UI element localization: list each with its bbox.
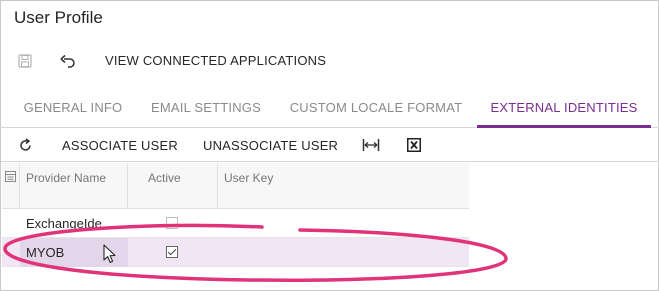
undo-icon[interactable] (57, 50, 79, 72)
associate-user-button[interactable]: ASSOCIATE USER (62, 128, 178, 162)
tab-external-identities[interactable]: EXTERNAL IDENTITIES (477, 92, 651, 128)
tab-bar: GENERAL INFO EMAIL SETTINGS CUSTOM LOCAL… (0, 92, 659, 128)
refresh-icon[interactable] (18, 128, 33, 162)
column-header-user-key[interactable]: User Key (218, 163, 469, 209)
tab-general-info[interactable]: GENERAL INFO (14, 92, 132, 128)
active-checkbox[interactable] (166, 246, 178, 258)
column-header-provider-name[interactable]: Provider Name (20, 163, 128, 209)
fit-columns-icon[interactable] (362, 128, 380, 162)
grid-toolbar: ASSOCIATE USER UNASSOCIATE USER (0, 128, 659, 162)
tab-email-settings[interactable]: EMAIL SETTINGS (143, 92, 269, 128)
active-checkbox[interactable] (166, 217, 178, 229)
page-title: User Profile (14, 8, 103, 27)
cell-provider-name[interactable]: MYOB (20, 238, 128, 267)
grid-header: Provider Name Active User Key (2, 163, 469, 209)
export-excel-icon[interactable] (407, 128, 421, 162)
unassociate-user-button[interactable]: UNASSOCIATE USER (203, 128, 338, 162)
table-row[interactable]: ExchangeIde… (2, 209, 469, 238)
column-header-active[interactable]: Active (128, 163, 218, 209)
table-row[interactable]: MYOB (2, 238, 469, 267)
external-identities-grid: Provider Name Active User Key ExchangeId… (2, 163, 469, 267)
cell-provider-name[interactable]: ExchangeIde… (20, 209, 128, 238)
view-connected-applications-button[interactable]: VIEW CONNECTED APPLICATIONS (105, 53, 326, 68)
tab-custom-locale-format[interactable]: CUSTOM LOCALE FORMAT (283, 92, 469, 128)
column-settings-icon[interactable] (2, 163, 20, 209)
save-icon[interactable] (14, 50, 36, 72)
